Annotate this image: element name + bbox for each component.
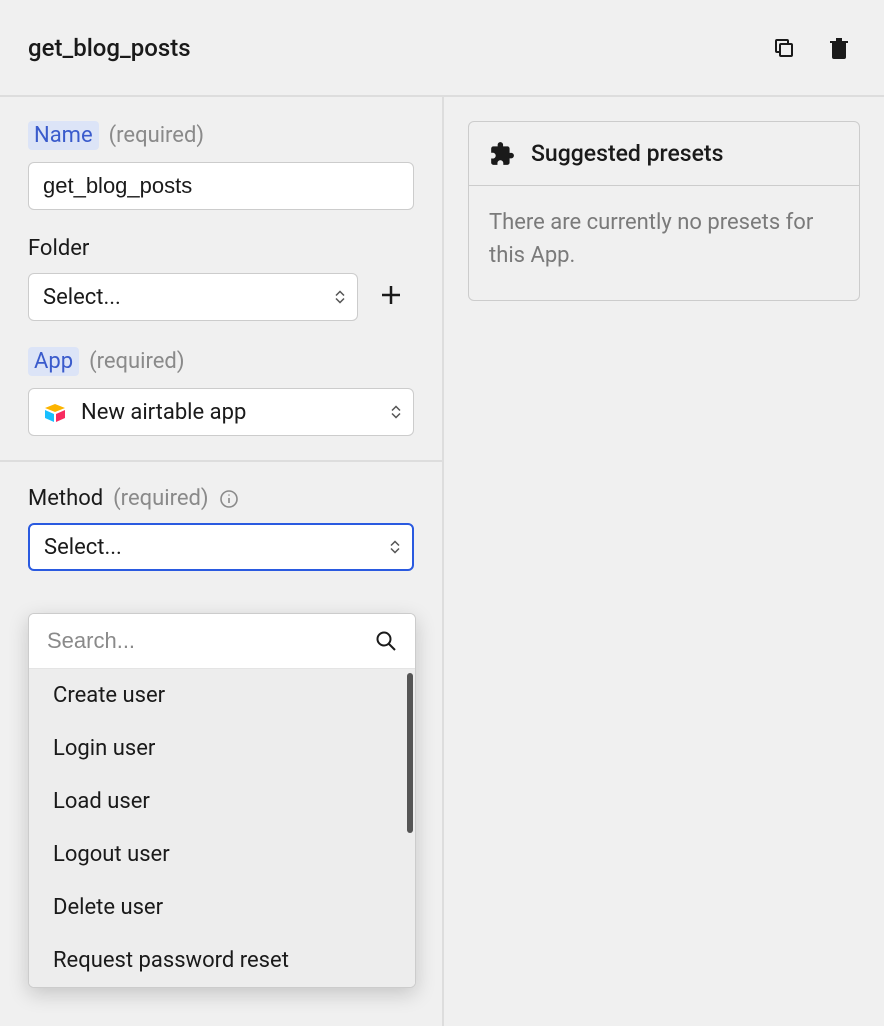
method-dropdown-list: Create user Login user Load user Logout … — [29, 669, 415, 987]
method-label: Method — [28, 486, 103, 511]
app-label: App — [28, 347, 79, 376]
chevron-updown-icon — [391, 406, 401, 419]
presets-empty-text: There are currently no presets for this … — [469, 186, 859, 300]
method-label-row: Method (required) — [28, 486, 414, 511]
name-required: (required) — [109, 123, 204, 148]
method-option[interactable]: Load user — [29, 775, 415, 828]
folder-field: Folder Select... — [28, 236, 414, 321]
method-select-placeholder: Select... — [44, 535, 122, 560]
method-select[interactable]: Select... — [28, 523, 414, 571]
info-icon — [219, 489, 239, 509]
app-select[interactable]: New airtable app — [28, 388, 414, 436]
name-input[interactable] — [28, 162, 414, 210]
left-panel: Name (required) Folder Select... — [0, 95, 444, 1026]
page-header: get_blog_posts — [0, 0, 884, 95]
chevron-updown-icon — [335, 291, 345, 304]
top-section: Name (required) Folder Select... — [0, 97, 442, 460]
scrollbar[interactable] — [407, 673, 413, 833]
presets-header: Suggested presets — [469, 122, 859, 186]
app-label-row: App (required) — [28, 347, 414, 376]
copy-button[interactable] — [766, 30, 802, 66]
presets-card: Suggested presets There are currently no… — [468, 121, 860, 301]
plus-icon — [380, 284, 402, 306]
trash-icon — [828, 36, 850, 60]
method-option[interactable]: Logout user — [29, 828, 415, 881]
right-panel: Suggested presets There are currently no… — [444, 95, 884, 1026]
method-search-input[interactable] — [47, 628, 375, 654]
folder-select[interactable]: Select... — [28, 273, 358, 321]
main-content: Name (required) Folder Select... — [0, 95, 884, 1026]
name-field: Name (required) — [28, 121, 414, 210]
airtable-icon — [43, 400, 67, 424]
method-option[interactable]: Create user — [29, 669, 415, 722]
extension-icon — [489, 141, 515, 167]
page-title: get_blog_posts — [28, 34, 191, 62]
search-icon — [375, 630, 397, 652]
header-actions — [766, 30, 856, 66]
chevron-updown-icon — [390, 541, 400, 554]
add-folder-button[interactable] — [374, 276, 408, 318]
copy-icon — [772, 36, 796, 60]
folder-label-row: Folder — [28, 236, 414, 261]
presets-title: Suggested presets — [531, 140, 723, 167]
app-select-content: New airtable app — [43, 400, 246, 425]
name-label-row: Name (required) — [28, 121, 414, 150]
method-option[interactable]: Login user — [29, 722, 415, 775]
app-required: (required) — [89, 349, 184, 374]
app-select-value: New airtable app — [81, 400, 246, 425]
method-section: Method (required) Select... — [0, 460, 442, 595]
folder-select-placeholder: Select... — [43, 285, 121, 310]
app-field: App (required) New airtable app — [28, 347, 414, 436]
method-option[interactable]: Delete user — [29, 881, 415, 934]
folder-row: Select... — [28, 273, 414, 321]
delete-button[interactable] — [822, 30, 856, 66]
method-required: (required) — [113, 486, 208, 511]
name-label: Name — [28, 121, 99, 150]
method-field: Method (required) Select... — [28, 486, 414, 571]
folder-label: Folder — [28, 236, 89, 261]
method-search-row — [29, 614, 415, 669]
method-option[interactable]: Request password reset — [29, 934, 415, 987]
method-dropdown: Create user Login user Load user Logout … — [28, 613, 416, 988]
